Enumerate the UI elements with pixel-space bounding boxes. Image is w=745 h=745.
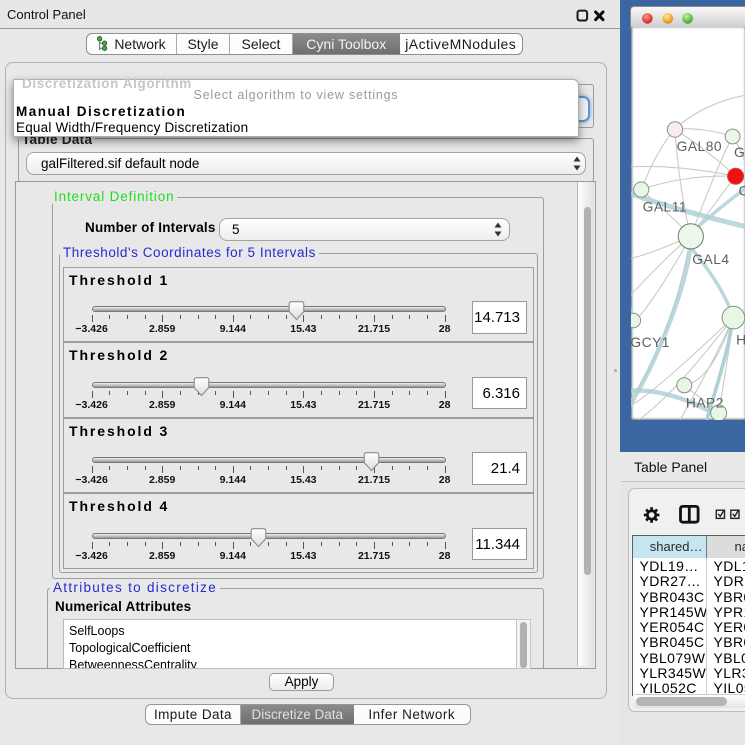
svg-text:GAL80: GAL80 xyxy=(677,139,722,154)
svg-text:HIS4: HIS4 xyxy=(736,333,745,348)
svg-text:GAL3: GAL3 xyxy=(734,145,745,160)
svg-text:CRP1: CRP1 xyxy=(739,184,745,199)
svg-text:GAL11: GAL11 xyxy=(643,200,687,215)
svg-text:HAP2: HAP2 xyxy=(686,396,724,411)
svg-text:GAL4: GAL4 xyxy=(692,252,729,267)
svg-text:GCY1: GCY1 xyxy=(631,335,670,350)
